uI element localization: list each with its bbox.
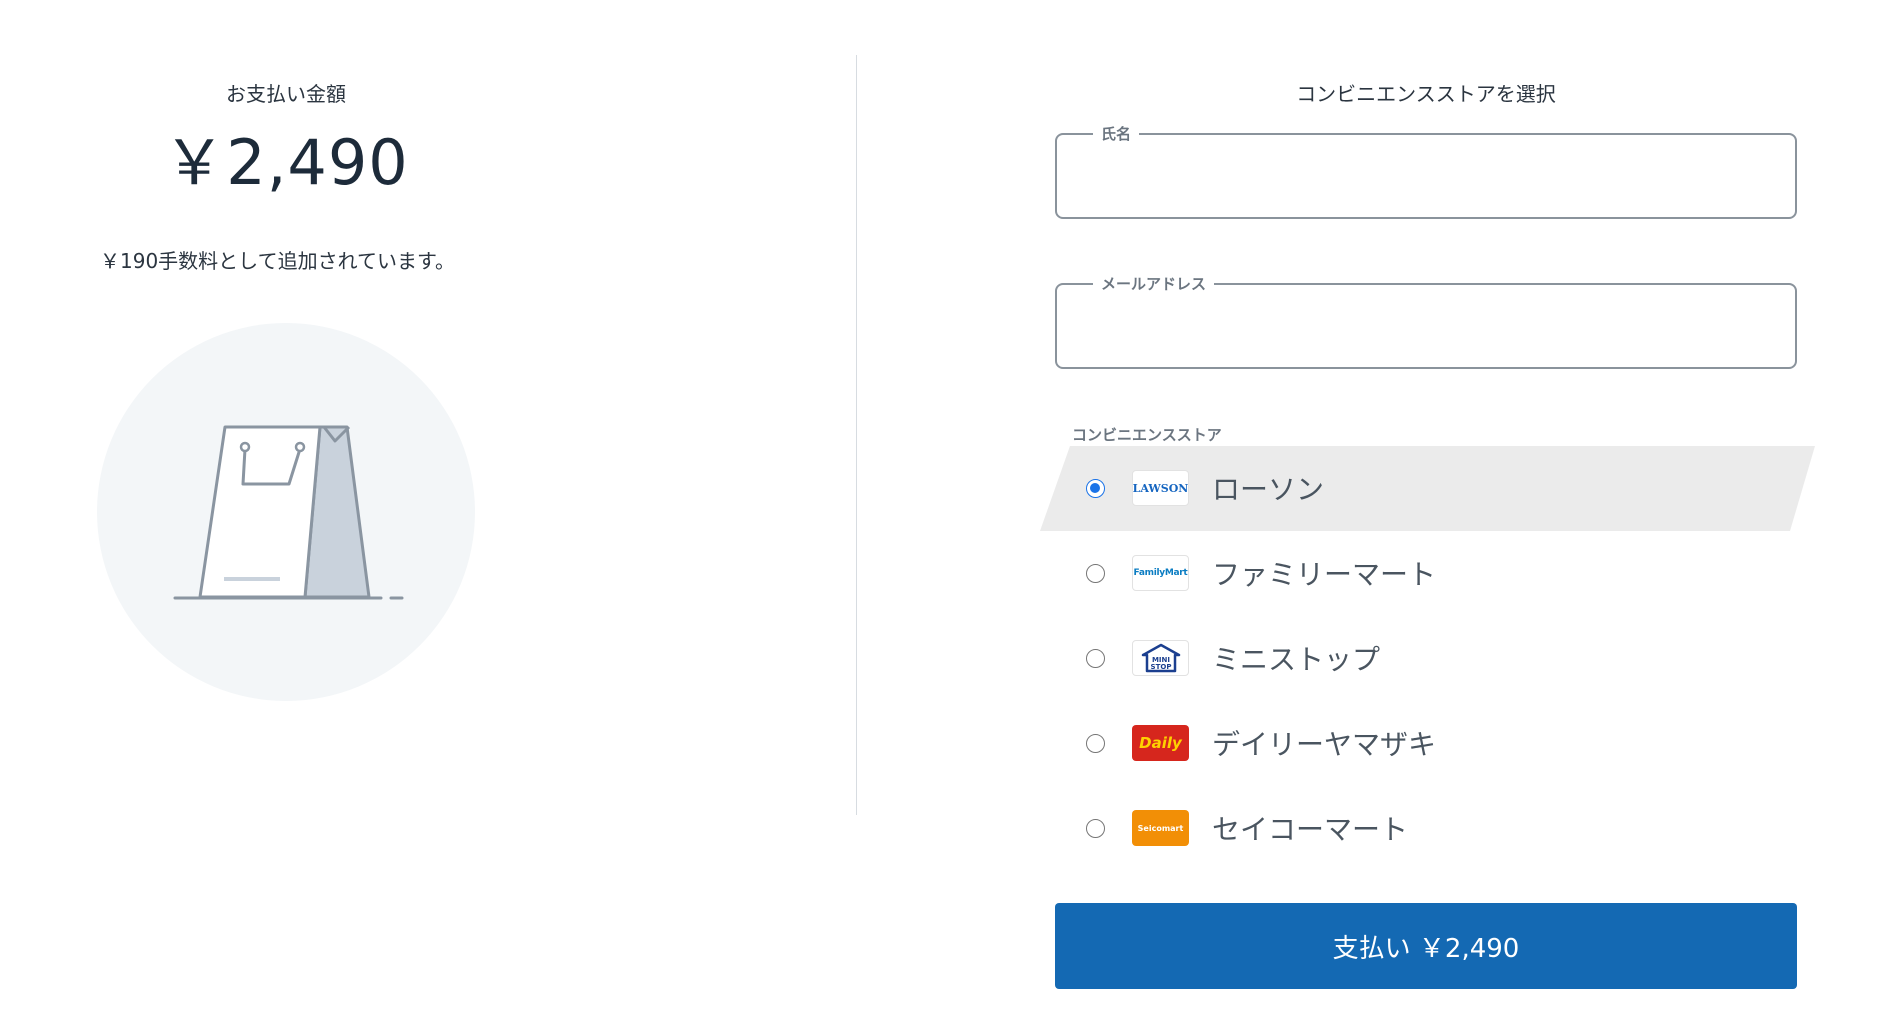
payment-summary: お支払い金額 ￥2,490 ￥190手数料として追加されています。 [0,0,855,1028]
svg-text:STOP: STOP [1150,663,1171,671]
store-radio[interactable] [1086,649,1105,668]
seicomart-logo-icon: Seicomart [1132,810,1189,846]
store-name: ミニストップ [1212,643,1381,676]
store-option-familymart[interactable]: FamilyMart ファミリーマート [1040,531,1815,616]
shopping-bag-illustration [97,323,475,701]
email-field[interactable]: メールアドレス [1055,273,1797,369]
email-input[interactable] [1097,309,1755,343]
store-name: ローソン [1212,473,1325,506]
ministop-logo-icon: MINI STOP [1132,640,1189,676]
store-list: LAWSON ローソン FamilyMart ファミリーマート MINI STO… [1040,446,1815,871]
store-radio[interactable] [1086,564,1105,583]
store-radio[interactable] [1086,479,1105,498]
ministop-logo-graphic: MINI STOP [1141,643,1180,673]
store-option-dailyyamazaki[interactable]: Daily デイリーヤマザキ [1040,701,1815,786]
column-divider [856,55,857,815]
daily-logo-icon: Daily [1132,725,1189,761]
store-name: ファミリーマート [1212,558,1437,591]
store-name: セイコーマート [1212,813,1409,846]
name-field-label: 氏名 [1093,123,1140,144]
store-group-label: コンビニエンスストア [1072,426,1222,444]
store-option-seicomart[interactable]: Seicomart セイコーマート [1040,786,1815,871]
email-field-label: メールアドレス [1093,273,1215,294]
form-title: コンビニエンスストアを選択 [1296,82,1556,106]
payment-amount: ￥2,490 [163,126,409,199]
store-option-lawson[interactable]: LAWSON ローソン [1040,446,1815,531]
store-radio[interactable] [1086,819,1105,838]
store-option-ministop[interactable]: MINI STOP ミニストップ [1040,616,1815,701]
amount-label: お支払い金額 [226,82,346,106]
familymart-logo-icon: FamilyMart [1132,555,1189,591]
fee-note: ￥190手数料として追加されています。 [100,249,455,273]
name-field[interactable]: 氏名 [1055,123,1797,219]
store-radio[interactable] [1086,734,1105,753]
store-name: デイリーヤマザキ [1212,728,1437,761]
lawson-logo-icon: LAWSON [1132,470,1189,506]
name-input[interactable] [1097,159,1755,193]
pay-button[interactable]: 支払い ￥2,490 [1055,903,1797,989]
